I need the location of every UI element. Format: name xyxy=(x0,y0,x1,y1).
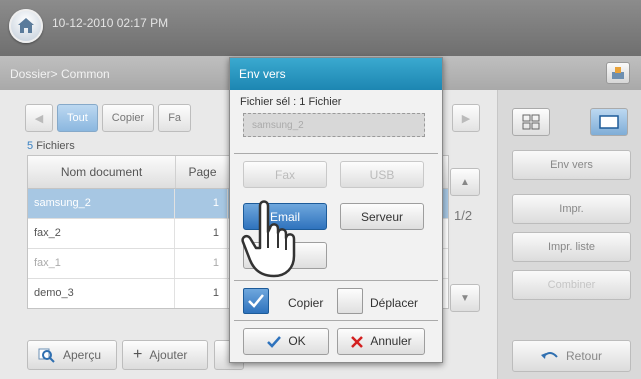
copy-label: Copier xyxy=(288,296,324,310)
divider xyxy=(234,280,438,281)
server-button[interactable]: Serveur xyxy=(340,203,424,230)
cancel-label: Annuler xyxy=(370,334,412,348)
tab-fax[interactable]: Fa xyxy=(158,104,192,132)
down-arrow-icon: ▼ xyxy=(460,292,470,304)
add-label: Ajouter xyxy=(149,348,188,362)
tabs-prev-button[interactable]: ◀ xyxy=(25,104,53,132)
home-button[interactable] xyxy=(9,9,43,43)
usb-button[interactable]: USB xyxy=(340,161,424,188)
document-name: fax_1 xyxy=(28,249,175,278)
divider xyxy=(234,153,438,154)
document-pages: 1 xyxy=(175,279,228,308)
scroll-up-button[interactable]: ▲ xyxy=(450,168,480,196)
file-count-number: 5 xyxy=(27,140,34,152)
selected-files-label: Fichier sél : 1 Fichier xyxy=(240,96,342,108)
tray-icon xyxy=(612,67,624,79)
magnifier-icon xyxy=(38,348,55,363)
back-label: Retour xyxy=(565,349,603,363)
scroll-down-button[interactable]: ▼ xyxy=(450,284,480,312)
document-name: fax_2 xyxy=(28,219,175,248)
dialog-title: Env vers xyxy=(230,58,442,90)
cancel-button[interactable]: Annuler xyxy=(337,328,425,355)
home-icon xyxy=(18,18,34,33)
right-arrow-icon: ▶ xyxy=(461,112,471,125)
preview-label: Aperçu xyxy=(63,348,102,362)
left-arrow-icon: ◀ xyxy=(34,112,44,125)
grid-view-icon xyxy=(522,114,540,130)
table-scroll: ▲ ▼ xyxy=(450,168,480,314)
document-pages: 1 xyxy=(175,219,228,248)
ok-button[interactable]: OK xyxy=(243,328,329,355)
datetime-display: 10-12-2010 02:17 PM xyxy=(52,16,169,30)
preview-button[interactable]: Aperçu xyxy=(27,340,117,370)
thumbnail-view-toggle[interactable] xyxy=(512,108,550,136)
checkmark-icon xyxy=(267,335,282,348)
filter-tabs: ◀ Tout Copier Fa xyxy=(25,104,192,132)
column-header-page[interactable]: Page xyxy=(176,156,230,188)
plus-icon: + xyxy=(133,346,143,363)
copy-checkbox[interactable] xyxy=(243,288,269,314)
document-pages: 1 xyxy=(175,189,228,218)
fax-button[interactable]: Fax xyxy=(243,161,327,188)
print-list-button[interactable]: Impr. liste xyxy=(512,232,631,262)
close-icon xyxy=(351,335,364,348)
print-button[interactable]: Impr. xyxy=(512,194,631,224)
list-view-toggle[interactable] xyxy=(590,108,628,136)
tab-copy[interactable]: Copier xyxy=(101,104,155,132)
move-label: Déplacer xyxy=(370,296,419,310)
tabs-next-button[interactable]: ▶ xyxy=(452,104,480,132)
checkmark-icon xyxy=(248,294,264,308)
back-button[interactable]: Retour xyxy=(512,340,631,372)
job-status-button[interactable] xyxy=(606,62,630,84)
ok-label: OK xyxy=(288,334,306,348)
top-bar: 10-12-2010 02:17 PM xyxy=(0,0,641,56)
breadcrumb: Dossier> Common xyxy=(10,67,110,81)
up-arrow-icon: ▲ xyxy=(460,176,470,188)
pointing-hand-icon xyxy=(241,200,296,278)
file-count: 5 Fichiers xyxy=(27,140,75,152)
send-to-button[interactable]: Env vers xyxy=(512,150,631,180)
tab-all[interactable]: Tout xyxy=(57,104,98,132)
divider xyxy=(234,320,438,321)
add-button[interactable]: + Ajouter xyxy=(122,340,208,370)
combine-button[interactable]: Combiner xyxy=(512,270,631,300)
back-arrow-icon xyxy=(540,352,558,359)
list-view-icon xyxy=(599,115,619,129)
document-name: samsung_2 xyxy=(28,189,175,218)
page-indicator: 1/2 xyxy=(454,208,473,223)
file-count-label: Fichiers xyxy=(36,140,75,152)
selected-file-field: samsung_2 xyxy=(243,113,425,137)
document-name: demo_3 xyxy=(28,279,175,308)
document-pages: 1 xyxy=(175,249,228,278)
move-checkbox[interactable] xyxy=(337,288,363,314)
column-header-name[interactable]: Nom document xyxy=(28,156,176,188)
